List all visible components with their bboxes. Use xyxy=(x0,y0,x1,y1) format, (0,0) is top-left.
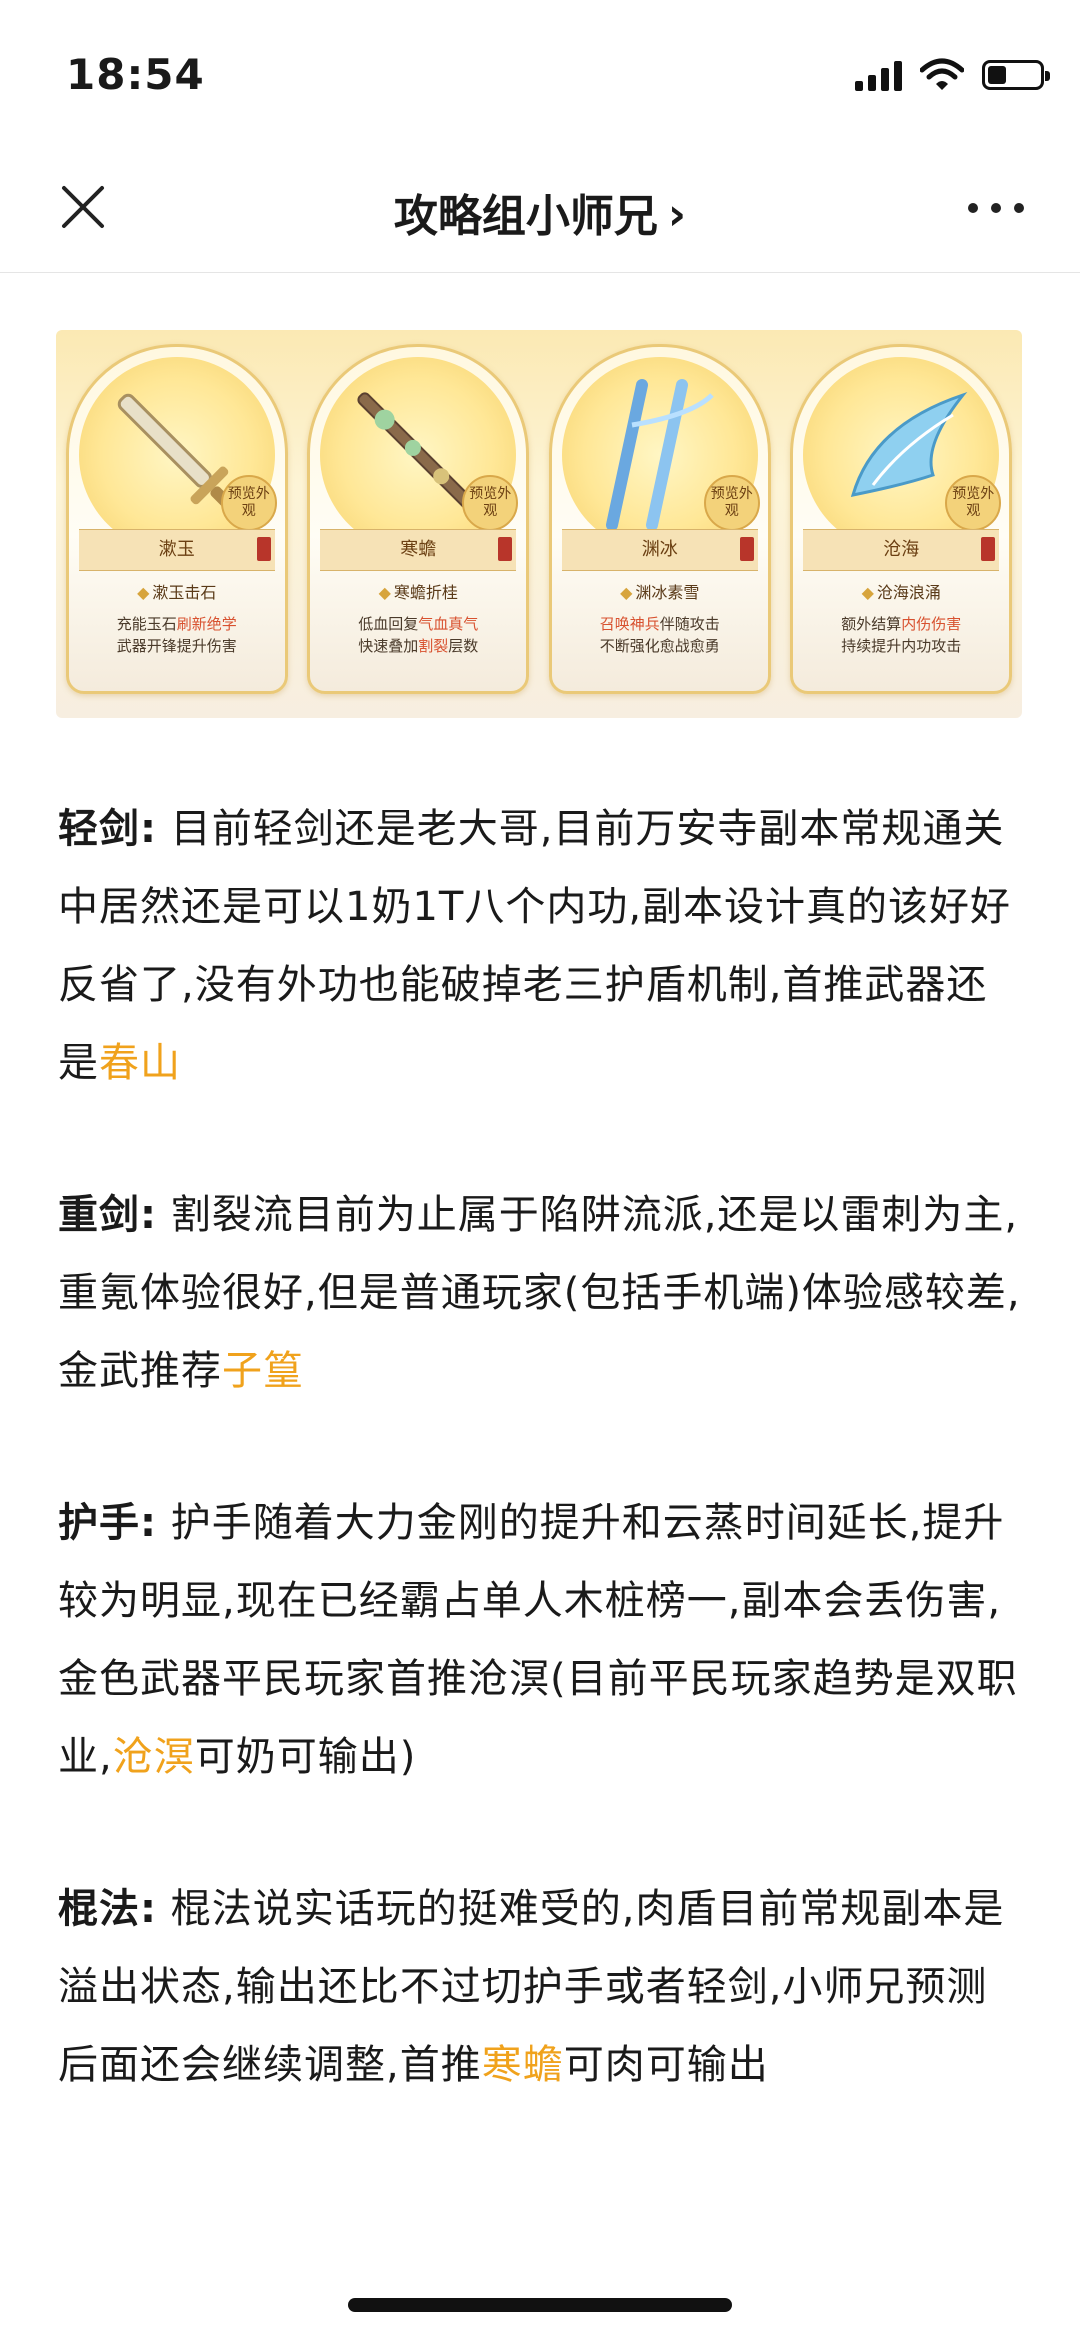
article-body: 轻剑: 目前轻剑还是老大哥,目前万安寺副本常规通关中居然还是可以1奶1T八个内功… xyxy=(58,790,1026,2178)
wifi-icon xyxy=(920,58,964,90)
highlight-weapon: 子篁 xyxy=(222,1348,304,1394)
battery-icon xyxy=(982,60,1050,90)
seal-icon xyxy=(981,537,996,561)
preview-badge[interactable]: 预览外观 xyxy=(462,475,519,531)
weapon-card: 预览外观 寒蟾 ◆ 寒蟾折桂 低血回复气血真气 快速叠加割裂层数 xyxy=(307,344,530,694)
preview-badge[interactable]: 预览外观 xyxy=(703,475,760,531)
highlight-weapon: 春山 xyxy=(99,1040,181,1086)
chevron-right-icon: › xyxy=(667,189,687,240)
paragraph-text: 目前轻剑还是老大哥,目前万安寺副本常规通关中居然还是可以1奶1T八个内功,副本设… xyxy=(58,806,1012,1086)
weapon-name: 漱玉 xyxy=(78,529,275,571)
weapon-card: 预览外观 沧海 ◆ 沧海浪涌 额外结算内伤伤害 持续提升内功攻击 xyxy=(790,344,1013,694)
preview-badge[interactable]: 预览外观 xyxy=(220,475,277,531)
status-icons xyxy=(855,58,1050,92)
weapon-skill: ◆ 寒蟾折桂 xyxy=(378,583,458,602)
paragraph-tail: 可肉可输出 xyxy=(563,2042,769,2088)
account-name: 攻略组小师兄 xyxy=(393,191,658,242)
weapon-desc: 召唤神兵伴随攻击 不断强化愈战愈勇 xyxy=(599,615,720,655)
highlight-weapon: 沧溟 xyxy=(112,1734,195,1780)
home-indicator[interactable] xyxy=(348,2298,732,2312)
paragraph-label: 棍法: xyxy=(58,1886,157,1932)
seal-icon xyxy=(739,537,754,561)
account-title[interactable]: 攻略组小师兄 › xyxy=(0,180,1080,244)
paragraph-label: 轻剑: xyxy=(58,806,157,852)
weapon-skill: ◆ 沧海浪涌 xyxy=(861,583,941,602)
weapon-name: 渊冰 xyxy=(561,529,758,571)
weapon-skill: ◆ 漱玉击石 xyxy=(137,583,217,602)
paragraph-heavy-sword: 重剑: 割裂流目前为止属于陷阱流派,还是以雷刺为主,重氪体验很好,但是普通玩家(… xyxy=(58,1176,1026,1410)
weapon-card: 预览外观 漱玉 ◆ 漱玉击石 充能玉石刷新绝学 武器开锋提升伤害 xyxy=(65,344,288,694)
more-dots-icon[interactable] xyxy=(968,196,1024,220)
status-time: 18:54 xyxy=(66,50,205,99)
weapon-skill: ◆ 渊冰素雪 xyxy=(620,583,700,602)
weapon-card: 预览外观 渊冰 ◆ 渊冰素雪 召唤神兵伴随攻击 不断强化愈战愈勇 xyxy=(548,344,771,694)
seal-icon xyxy=(498,537,513,561)
weapon-desc: 充能玉石刷新绝学 武器开锋提升伤害 xyxy=(116,615,237,655)
paragraph-tail: 可奶可输出) xyxy=(194,1734,417,1780)
seal-icon xyxy=(256,537,271,561)
top-nav-bar: 攻略组小师兄 › xyxy=(0,150,1080,273)
paragraph-label: 重剑: xyxy=(58,1192,157,1238)
weapon-desc: 低血回复气血真气 快速叠加割裂层数 xyxy=(358,615,479,655)
weapon-desc: 额外结算内伤伤害 持续提升内功攻击 xyxy=(841,615,962,655)
highlight-weapon: 寒蟾 xyxy=(481,2042,564,2088)
status-bar: 18:54 xyxy=(0,0,1080,150)
paragraph-light-sword: 轻剑: 目前轻剑还是老大哥,目前万安寺副本常规通关中居然还是可以1奶1T八个内功… xyxy=(58,790,1026,1102)
paragraph-gauntlet: 护手: 护手随着大力金刚的提升和云蒸时间延长,提升较为明显,现在已经霸占单人木桩… xyxy=(58,1484,1026,1796)
weapons-banner-image: 预览外观 漱玉 ◆漱玉击石 充能玉石刷新绝学 武器开锋提升伤害 预览外观 寒蟾 xyxy=(56,330,1022,718)
weapon-name: 寒蟾 xyxy=(320,529,517,571)
paragraph-text: 割裂流目前为止属于陷阱流派,还是以雷刺为主,重氪体验很好,但是普通玩家(包括手机… xyxy=(58,1192,1021,1394)
article-page: 18:54 攻略组小师兄 › 预览外观 漱玉 ◆ 漱玉击石 充能玉石刷新绝学 武… xyxy=(0,0,1080,2339)
weapon-name: 沧海 xyxy=(803,529,1000,571)
paragraph-label: 护手: xyxy=(58,1500,157,1546)
preview-badge[interactable]: 预览外观 xyxy=(945,475,1002,531)
paragraph-staff: 棍法: 棍法说实话玩的挺难受的,肉盾目前常规副本是溢出状态,输出还比不过切护手或… xyxy=(58,1870,1026,2104)
cellular-signal-icon xyxy=(855,59,902,91)
